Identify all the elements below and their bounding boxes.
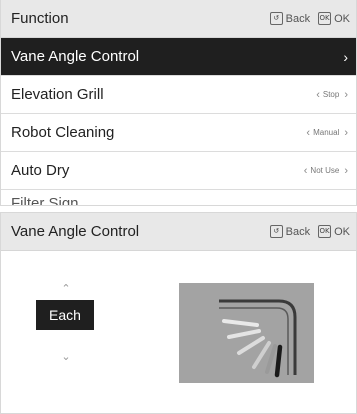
menu-item-value: Manual — [313, 128, 340, 137]
vane-angle-icon — [219, 299, 297, 378]
back-icon: ↺ — [269, 12, 283, 25]
vane-mode-selector[interactable]: Each — [36, 300, 94, 330]
menu-item-elevation-grill[interactable]: Elevation Grill ‹ Stop › — [1, 76, 356, 114]
ok-label: OK — [334, 12, 350, 25]
back-label: Back — [285, 12, 311, 25]
back-label: Back — [285, 225, 311, 238]
chevron-down-icon[interactable]: ⌄ — [56, 350, 76, 363]
function-title: Function — [11, 10, 69, 27]
back-button[interactable]: ↺ Back — [269, 225, 311, 238]
vane-angle-panel: Vane Angle Control ↺ Back OK OK ⌃ Each ⌄ — [0, 212, 357, 414]
vane-content: ⌃ Each ⌄ — [1, 251, 356, 413]
chevron-left-icon[interactable]: ‹ — [306, 127, 310, 139]
menu-item-value: Not Use — [310, 166, 340, 175]
vane-header: Vane Angle Control ↺ Back OK OK — [1, 213, 356, 251]
function-header: Function ↺ Back OK OK — [1, 0, 356, 38]
menu-item-vane-angle-control[interactable]: Vane Angle Control › — [1, 38, 356, 76]
menu-item-label: Filter Sign — [11, 195, 79, 206]
menu-item-label: Auto Dry — [11, 162, 70, 179]
vane-title: Vane Angle Control — [11, 223, 140, 240]
menu-item-auto-dry[interactable]: Auto Dry ‹ Not Use › — [1, 152, 356, 190]
function-panel: Function ↺ Back OK OK Vane Angle Control… — [0, 0, 357, 206]
vane-angle-preview — [179, 283, 314, 383]
chevron-up-icon[interactable]: ⌃ — [56, 282, 76, 295]
back-button[interactable]: ↺ Back — [269, 12, 311, 25]
back-icon: ↺ — [269, 225, 283, 238]
menu-item-robot-cleaning[interactable]: Robot Cleaning ‹ Manual › — [1, 114, 356, 152]
menu-item-label: Elevation Grill — [11, 86, 104, 103]
menu-item-label: Robot Cleaning — [11, 124, 115, 141]
chevron-right-icon[interactable]: › — [344, 89, 348, 101]
chevron-right-icon[interactable]: › — [344, 165, 348, 177]
chevron-left-icon[interactable]: ‹ — [304, 165, 308, 177]
menu-item-value: Stop — [322, 90, 340, 99]
menu-item-filter-sign[interactable]: Filter Sign — [1, 190, 356, 206]
chevron-left-icon[interactable]: ‹ — [316, 89, 320, 101]
chevron-right-icon[interactable]: › — [344, 127, 348, 139]
menu-item-label: Vane Angle Control — [11, 48, 140, 65]
ok-icon: OK — [318, 12, 332, 25]
ok-button[interactable]: OK OK — [318, 12, 350, 25]
ok-icon: OK — [318, 225, 332, 238]
ok-button[interactable]: OK OK — [318, 225, 350, 238]
ok-label: OK — [334, 225, 350, 238]
chevron-right-icon: › — [343, 48, 348, 65]
